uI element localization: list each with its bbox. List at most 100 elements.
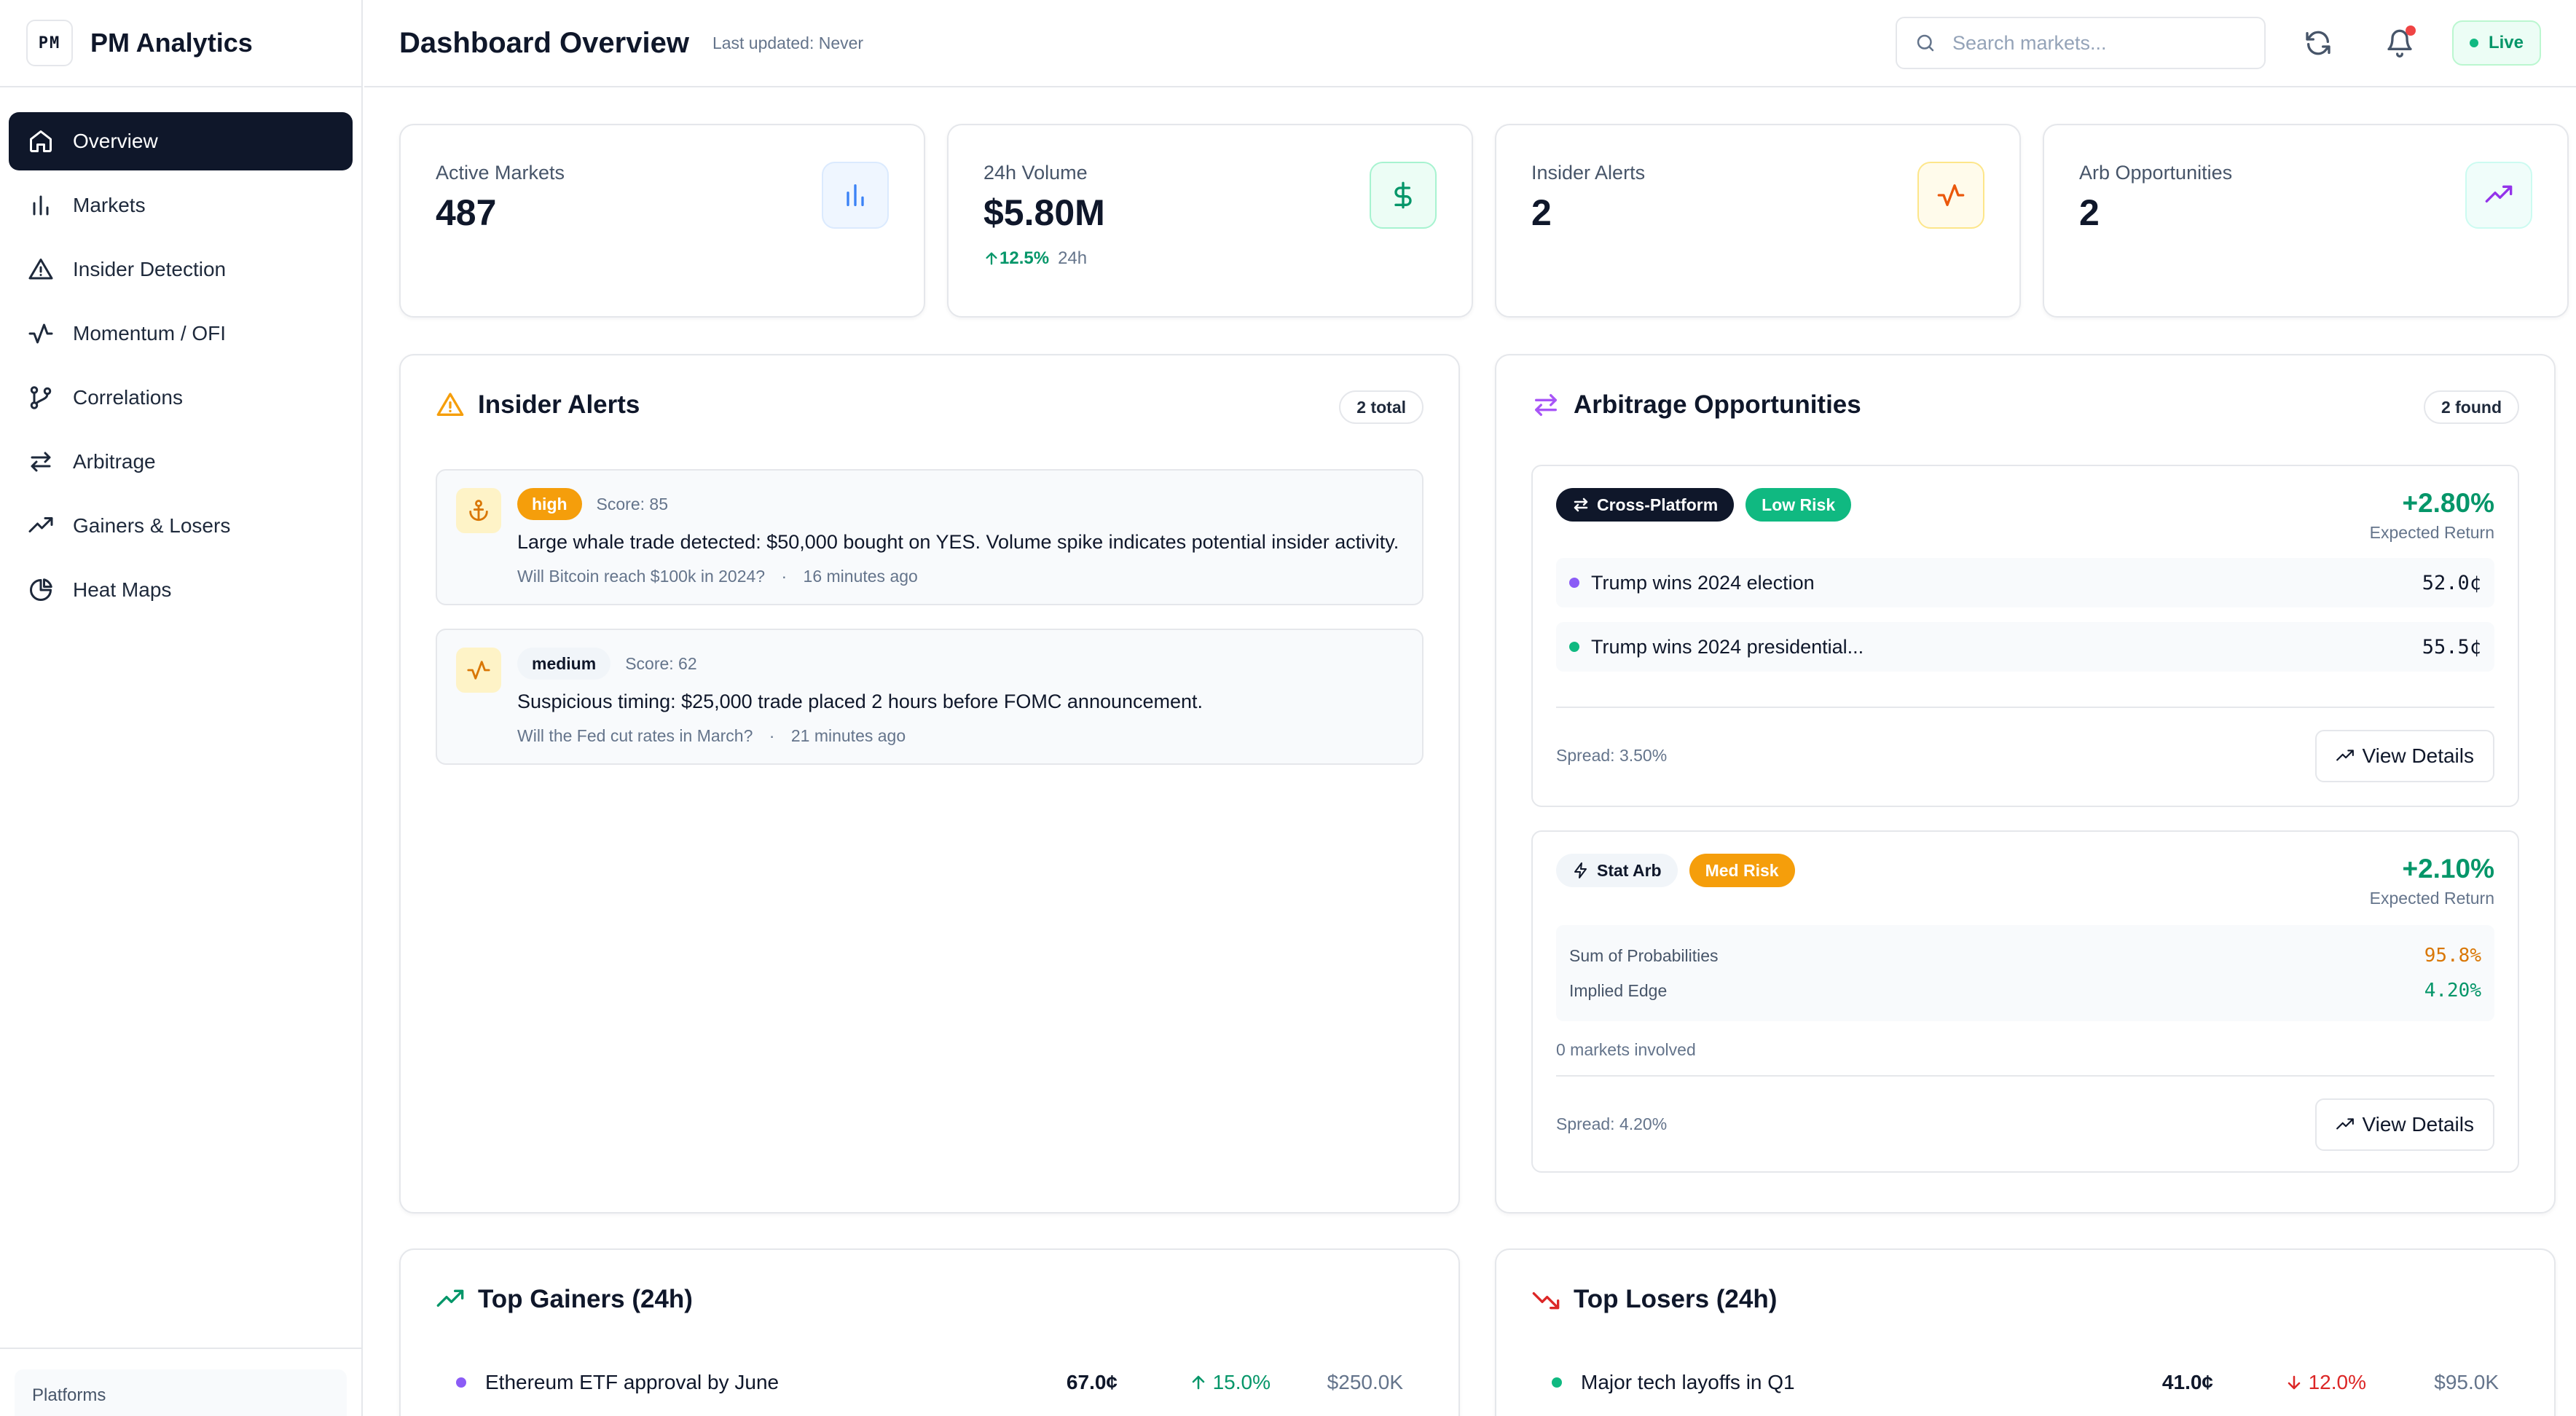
markets-involved: 0 markets involved — [1556, 1040, 1696, 1059]
sidebar-item-label: Markets — [73, 194, 146, 216]
arrows-swap-icon — [1535, 394, 1557, 416]
trending-up-icon — [2336, 750, 2355, 761]
brand[interactable]: PM PM Analytics — [0, 0, 361, 87]
trending-down-icon — [1532, 1292, 1560, 1310]
warning-icon — [436, 393, 464, 416]
market-volume: $250.0K — [1327, 1371, 1403, 1393]
stat-arb-metrics: Sum of Probabilities 95.8% Implied Edge … — [1556, 925, 2494, 1021]
sidebar-item-momentum-ofi[interactable]: Momentum / OFI — [9, 304, 353, 363]
platform-dot — [1569, 578, 1579, 588]
stat-label: Arb Opportunities — [2079, 162, 2233, 184]
divider — [1556, 707, 2494, 708]
notifications-button[interactable] — [2373, 17, 2426, 69]
alert-market[interactable]: Will the Fed cut rates in March? — [517, 726, 753, 745]
alert-item[interactable]: high Score: 85 Large whale trade detecte… — [436, 469, 1424, 605]
alert-description: Suspicious timing: $25,000 trade placed … — [517, 691, 1203, 712]
arb-count-badge: 2 found — [2423, 390, 2519, 424]
activity-icon — [467, 661, 490, 680]
stat-icon-box — [1370, 162, 1437, 229]
refresh-icon — [2306, 31, 2330, 55]
arbitrage-panel: Arbitrage Opportunities 2 found Cross-Pl… — [1495, 354, 2556, 1214]
notification-dot — [2405, 25, 2416, 36]
git-branch-icon — [30, 386, 52, 409]
stat-card-active-markets: Active Markets 487 — [399, 124, 925, 318]
alert-score: Score: 85 — [596, 494, 668, 514]
stat-card-insider-alerts: Insider Alerts 2 — [1495, 124, 2021, 318]
metric-label: Sum of Probabilities — [1569, 945, 1719, 965]
stat-label: Insider Alerts — [1531, 162, 1646, 184]
arb-market-name: Trump wins 2024 presidential... — [1591, 635, 1864, 658]
stat-value: 2 — [1531, 192, 1552, 233]
divider — [1556, 1075, 2494, 1077]
anchor-icon — [469, 500, 488, 522]
platforms-section[interactable]: Platforms — [15, 1369, 347, 1416]
arb-market-price: 52.0¢ — [2422, 571, 2481, 594]
arb-type-badge: Cross-Platform — [1556, 488, 1735, 522]
brand-logo: PM — [26, 20, 73, 66]
market-price: 41.0¢ — [2161, 1371, 2213, 1393]
platform-dot — [1569, 642, 1579, 652]
view-details-label: View Details — [2362, 1113, 2474, 1136]
top-losers-panel: Top Losers (24h) Major tech layoffs in Q… — [1495, 1248, 2556, 1416]
arb-type-badge: Stat Arb — [1556, 854, 1678, 887]
trending-up-icon — [28, 517, 53, 532]
expected-return-label: Expected Return — [2369, 889, 2494, 908]
top-header: Dashboard Overview Last updated: Never L… — [364, 0, 2576, 87]
alerts-count-badge: 2 total — [1339, 390, 1424, 424]
arb-market-row[interactable]: Trump wins 2024 election 52.0¢ — [1556, 558, 2494, 607]
live-status-badge: Live — [2451, 20, 2541, 66]
platforms-label: Platforms — [32, 1385, 106, 1405]
activity-icon — [28, 323, 53, 344]
sidebar-item-label: Momentum / OFI — [73, 322, 227, 345]
metric-value: 4.20% — [2424, 980, 2481, 1002]
live-dot — [2469, 39, 2478, 47]
sidebar-item-gainers-losers[interactable]: Gainers & Losers — [9, 497, 353, 555]
sidebar-item-arbitrage[interactable]: Arbitrage — [9, 433, 353, 491]
arb-market-row[interactable]: Trump wins 2024 presidential... 55.5¢ — [1556, 622, 2494, 672]
alert-market[interactable]: Will Bitcoin reach $100k in 2024? — [517, 567, 765, 586]
brand-name: PM Analytics — [90, 28, 253, 58]
panel-title-text: Insider Alerts — [478, 390, 640, 419]
market-change-value: 15.0% — [1212, 1371, 1271, 1393]
stat-card-24h-volume: 24h Volume $5.80M 12.5% 24h — [947, 124, 1473, 318]
expected-return-value: +2.10% — [2402, 854, 2494, 884]
search-box[interactable] — [1895, 17, 2266, 69]
sidebar-item-insider-detection[interactable]: Insider Detection — [9, 240, 353, 299]
sidebar-nav: Overview Markets Insider Detection Momen… — [0, 87, 361, 619]
sidebar-item-markets[interactable]: Markets — [9, 176, 353, 235]
page-title: Dashboard Overview — [399, 26, 689, 59]
view-details-button[interactable]: View Details — [2315, 730, 2494, 782]
alert-time: 16 minutes ago — [803, 567, 918, 586]
metric-label: Implied Edge — [1569, 980, 1668, 1000]
stat-icon-box — [822, 162, 889, 229]
last-updated-text: Last updated: Never — [712, 33, 864, 52]
market-price: 67.0¢ — [1066, 1371, 1118, 1393]
search-input[interactable] — [1952, 31, 2244, 55]
refresh-button[interactable] — [2292, 17, 2344, 69]
market-change-value: 12.0% — [2308, 1371, 2366, 1393]
metric-value: 95.8% — [2424, 945, 2481, 967]
home-icon — [30, 130, 52, 152]
alert-item[interactable]: medium Score: 62 Suspicious timing: $25,… — [436, 629, 1424, 765]
sidebar-item-label: Correlations — [73, 386, 183, 409]
gainer-row[interactable]: Ethereum ETF approval by June 67.0¢ 15.0… — [436, 1361, 1424, 1404]
sidebar-item-overview[interactable]: Overview — [9, 112, 353, 170]
panel-title: Top Losers (24h) — [1531, 1285, 2519, 1314]
arb-market-name: Trump wins 2024 election — [1591, 571, 1815, 594]
sidebar-item-label: Arbitrage — [73, 450, 156, 473]
arb-opportunity-card[interactable]: Stat Arb Med Risk +2.10% Expected Return… — [1531, 830, 2519, 1173]
trending-up-icon — [436, 1289, 464, 1307]
alert-time: 21 minutes ago — [790, 726, 906, 745]
bar-chart-icon — [33, 195, 49, 216]
arb-type-label: Cross-Platform — [1597, 495, 1719, 514]
arb-opportunity-card[interactable]: Cross-Platform Low Risk +2.80% Expected … — [1531, 465, 2519, 807]
live-label: Live — [2488, 33, 2524, 52]
bar-chart-icon — [847, 184, 864, 206]
sidebar-item-correlations[interactable]: Correlations — [9, 369, 353, 427]
loser-row[interactable]: Major tech layoffs in Q1 41.0¢ 12.0% $95… — [1531, 1361, 2519, 1404]
sidebar-footer: Platforms — [0, 1348, 361, 1416]
sidebar-item-heat-maps[interactable]: Heat Maps — [9, 561, 353, 619]
stat-change-period: 24h — [1058, 248, 1088, 268]
view-details-button[interactable]: View Details — [2315, 1098, 2494, 1151]
market-change: 12.0% — [2213, 1371, 2366, 1394]
